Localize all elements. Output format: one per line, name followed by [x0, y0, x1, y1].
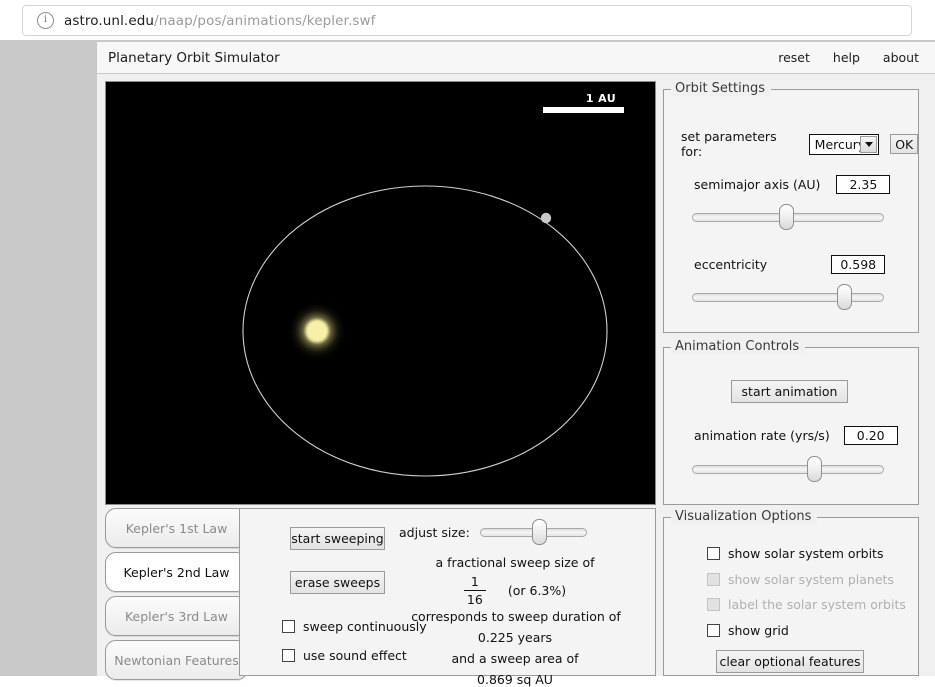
planet-select[interactable]: Mercury	[808, 133, 880, 155]
animation-controls-legend: Animation Controls	[671, 339, 806, 354]
sweep-percent-text: (or 6.3%)	[507, 583, 567, 599]
url-host: astro.unl.edu	[64, 12, 155, 29]
chevron-down-icon[interactable]	[860, 135, 878, 153]
adjust-size-label: adjust size:	[399, 525, 470, 540]
slider-track	[692, 465, 884, 474]
page-title: Planetary Orbit Simulator	[108, 49, 280, 66]
orbit-settings-legend: Orbit Settings	[671, 81, 771, 96]
address-bar[interactable]: astro.unl.edu/naap/pos/animations/kepler…	[22, 5, 912, 36]
slider-track	[692, 293, 884, 302]
animation-rate-value[interactable]: 0.20	[843, 426, 898, 445]
sweep-fraction: 1 16	[463, 574, 486, 608]
tab-label: Kepler's 3rd Law	[124, 608, 229, 624]
reset-link[interactable]: reset	[778, 50, 810, 65]
checkbox-show-grid[interactable]: show grid	[707, 623, 789, 638]
sweep-panel: start sweeping erase sweeps sweep contin…	[239, 508, 656, 687]
about-link[interactable]: about	[883, 50, 919, 65]
fraction-bar	[463, 590, 486, 592]
tab-label: Kepler's 2nd Law	[123, 564, 230, 580]
checkbox-show-solar-system-orbits[interactable]: show solar system orbits	[707, 546, 883, 561]
semimajor-axis-value[interactable]: 2.35	[836, 175, 891, 194]
animation-rate-slider[interactable]	[692, 456, 884, 482]
fraction-denominator: 16	[466, 592, 483, 608]
checkbox-show-solar-system-planets: show solar system planets	[707, 572, 894, 587]
sweep-text-line-1: a fractional sweep size of	[435, 555, 595, 570]
help-link[interactable]: help	[833, 50, 860, 65]
sweep-duration-value: 0.225 years	[477, 630, 553, 645]
browser-toolbar: astro.unl.edu/naap/pos/animations/kepler…	[0, 0, 935, 40]
scale-bar-label: 1 AU	[585, 92, 617, 105]
eccentricity-label: eccentricity	[694, 257, 768, 272]
sweep-fraction-row: 1 16 (or 6.3%)	[395, 575, 635, 606]
sweep-text-line-2: corresponds to sweep duration of	[411, 609, 621, 624]
law-tab-strip: Kepler's 1st Law Kepler's 2nd Law Kepler…	[105, 508, 250, 684]
simulator-window: Planetary Orbit Simulator reset help abo…	[97, 42, 935, 687]
checkbox-label: show solar system planets	[728, 572, 894, 587]
clear-optional-features-button[interactable]: clear optional features	[716, 650, 864, 673]
tab-newtonian-features[interactable]: Newtonian Features	[105, 640, 248, 680]
scale-bar	[543, 107, 624, 113]
animation-rate-label: animation rate (yrs/s)	[694, 428, 830, 443]
slider-thumb[interactable]	[779, 204, 794, 230]
tab-keplers-3rd-law[interactable]: Kepler's 3rd Law	[105, 596, 248, 636]
fraction-numerator: 1	[470, 574, 479, 589]
checkbox-box	[707, 598, 720, 611]
checkbox-label: label the solar system orbits	[728, 597, 906, 612]
checkbox-label: show grid	[728, 623, 789, 638]
info-circle-icon[interactable]	[37, 12, 54, 29]
checkbox-box[interactable]	[282, 620, 295, 633]
start-sweeping-button[interactable]: start sweeping	[290, 527, 385, 550]
visualization-options-panel: Visualization Options show solar system …	[663, 509, 919, 676]
tab-label: Kepler's 1st Law	[125, 520, 228, 536]
erase-sweeps-button[interactable]: erase sweeps	[290, 571, 385, 594]
set-parameters-label: set parameters for:	[681, 129, 777, 159]
checkbox-label-the-solar-system-orbits: label the solar system orbits	[707, 597, 906, 612]
planet-marker[interactable]	[540, 212, 552, 224]
app-titlebar: Planetary Orbit Simulator reset help abo…	[97, 42, 935, 74]
eccentricity-slider[interactable]	[692, 284, 884, 310]
planet-select-value: Mercury	[814, 136, 866, 152]
orbit-canvas[interactable]: 1 AU	[105, 81, 656, 505]
ok-button[interactable]: OK	[890, 134, 918, 154]
tab-keplers-2nd-law[interactable]: Kepler's 2nd Law	[105, 552, 248, 592]
screen: astro.unl.edu/naap/pos/animations/kepler…	[0, 0, 935, 687]
adjust-size-slider[interactable]	[480, 519, 587, 545]
animation-controls-panel: Animation Controls start animation anima…	[663, 339, 919, 505]
semimajor-axis-label: semimajor axis (AU)	[694, 177, 821, 192]
checkbox-label: show solar system orbits	[728, 546, 884, 561]
eccentricity-value[interactable]: 0.598	[831, 255, 886, 274]
checkbox-box	[707, 573, 720, 586]
slider-thumb[interactable]	[837, 284, 852, 310]
visualization-options-legend: Visualization Options	[671, 509, 818, 524]
sun-icon	[307, 321, 327, 341]
sweep-text-line-3: and a sweep area of	[451, 651, 579, 666]
orbit-settings-panel: Orbit Settings set parameters for: Mercu…	[663, 81, 919, 333]
checkbox-label: use sound effect	[303, 648, 407, 663]
sweep-area-value: 0.869 sq AU	[477, 672, 553, 687]
title-link-group: reset help about	[778, 50, 919, 65]
url-text: astro.unl.edu/naap/pos/animations/kepler…	[64, 13, 375, 29]
checkbox-box[interactable]	[707, 547, 720, 560]
checkbox-box[interactable]	[282, 649, 295, 662]
url-path: /naap/pos/animations/kepler.swf	[154, 12, 376, 29]
orbit-drawing	[242, 185, 608, 477]
slider-thumb[interactable]	[807, 456, 822, 482]
checkbox-use-sound-effect[interactable]: use sound effect	[282, 648, 407, 663]
start-animation-button[interactable]: start animation	[731, 380, 848, 403]
tab-label: Newtonian Features	[114, 652, 239, 668]
semimajor-axis-slider[interactable]	[692, 204, 884, 230]
checkbox-box[interactable]	[707, 624, 720, 637]
slider-thumb[interactable]	[532, 519, 547, 545]
tab-keplers-1st-law[interactable]: Kepler's 1st Law	[105, 508, 248, 548]
